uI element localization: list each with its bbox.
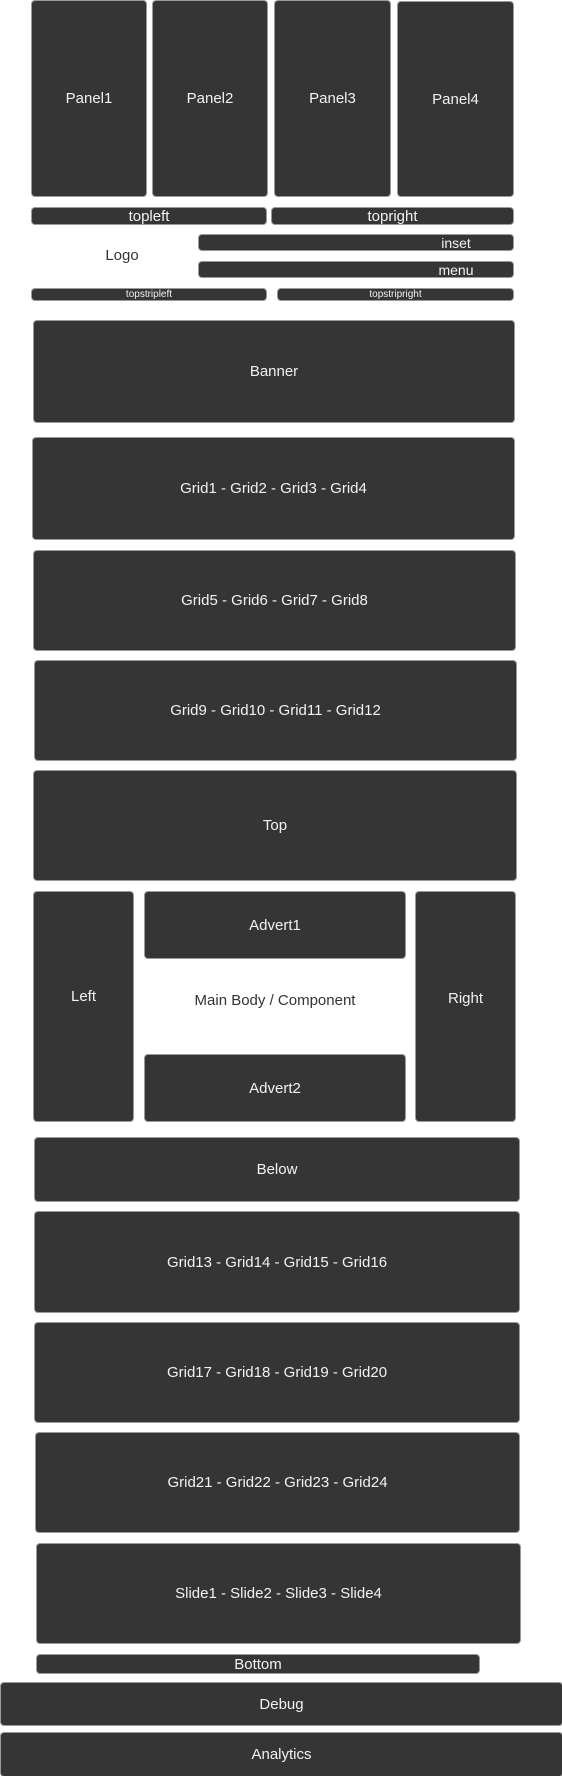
panel3-label: Panel3: [309, 90, 356, 107]
panel1-label: Panel1: [65, 90, 113, 107]
advert1: Advert1: [145, 892, 405, 958]
debug: Debug: [1, 1683, 562, 1725]
banner-label: Banner: [249, 363, 299, 380]
slides: Slide1 - Slide2 - Slide3 - Slide4: [37, 1544, 520, 1643]
slides-label: Slide1 - Slide2 - Slide3 - Slide4: [175, 1585, 382, 1602]
grid-row-5: Grid17 - Grid18 - Grid19 - Grid20: [35, 1323, 519, 1422]
topright: topright: [272, 207, 513, 225]
menu-label: menu: [438, 261, 474, 278]
topleft: topleft: [32, 207, 266, 225]
topstripright-label: topstripright: [369, 289, 422, 300]
panel3: Panel3: [275, 1, 390, 196]
grid-row-2-label: Grid5 - Grid6 - Grid7 - Grid8: [181, 592, 368, 609]
debug-label: Debug: [259, 1695, 304, 1713]
panel4: Panel4: [398, 2, 513, 196]
advert2-label: Advert2: [249, 1079, 301, 1097]
left: Left: [34, 892, 133, 1121]
grid-row-1-label: Grid1 - Grid2 - Grid3 - Grid4: [180, 480, 367, 497]
advert1-label: Advert1: [249, 916, 301, 934]
grid-row-5-label: Grid17 - Grid18 - Grid19 - Grid20: [166, 1364, 388, 1381]
banner: Banner: [34, 321, 514, 422]
inset: inset: [199, 234, 513, 251]
grid-row-6: Grid21 - Grid22 - Grid23 - Grid24: [36, 1433, 519, 1532]
grid-row-6-label: Grid21 - Grid22 - Grid23 - Grid24: [167, 1474, 388, 1491]
analytics: Analytics: [1, 1733, 562, 1776]
left-label: Left: [70, 988, 97, 1005]
panel2: Panel2: [153, 1, 267, 196]
analytics-label: Analytics: [251, 1746, 312, 1763]
inset-label: inset: [441, 234, 471, 251]
logo-label: Logo: [105, 246, 139, 264]
below-label: Below: [256, 1161, 298, 1178]
topstripleft: topstripleft: [32, 289, 266, 300]
panel2-label: Panel2: [186, 90, 234, 107]
main-body-label: Main Body / Component: [194, 991, 356, 1009]
top: Top: [34, 771, 516, 880]
grid-row-4-label: Grid13 - Grid14 - Grid15 - Grid16: [166, 1253, 388, 1271]
topright-label: topright: [367, 207, 418, 225]
grid-row-4: Grid13 - Grid14 - Grid15 - Grid16: [35, 1212, 519, 1312]
top-label: Top: [262, 817, 288, 834]
grid-row-3: Grid9 - Grid10 - Grid11 - Grid12: [35, 661, 516, 760]
topleft-label: topleft: [128, 207, 170, 225]
topstripleft-label: topstripleft: [125, 289, 173, 300]
bottom: Bottom: [37, 1655, 479, 1673]
right: Right: [416, 892, 515, 1121]
topstripright: topstripright: [278, 289, 513, 300]
main-body: Main Body / Component: [145, 985, 405, 1015]
grid-row-3-label: Grid9 - Grid10 - Grid11 - Grid12: [170, 702, 381, 719]
right-label: Right: [447, 990, 484, 1007]
grid-row-1: Grid1 - Grid2 - Grid3 - Grid4: [33, 438, 514, 539]
below: Below: [35, 1138, 519, 1201]
grid-row-2: Grid5 - Grid6 - Grid7 - Grid8: [34, 551, 515, 650]
menu: menu: [199, 261, 513, 278]
panel4-label: Panel4: [432, 90, 479, 108]
logo: Logo: [32, 240, 212, 270]
panel1: Panel1: [32, 1, 146, 196]
advert2: Advert2: [145, 1055, 405, 1121]
bottom-label: Bottom: [234, 1655, 282, 1673]
